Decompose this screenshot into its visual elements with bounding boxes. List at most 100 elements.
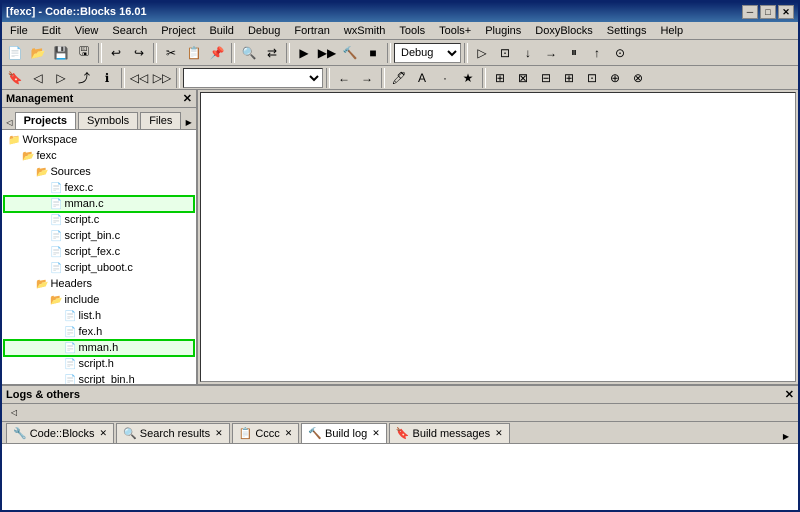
logs-close[interactable]: ✕ [785,388,794,401]
menu-view[interactable]: View [69,24,105,38]
tab-symbols[interactable]: Symbols [78,112,138,129]
tb2-misc6[interactable]: ⊕ [604,67,626,89]
tb-debug-pause[interactable]: ⏸ [563,42,585,64]
menu-settings[interactable]: Settings [601,24,653,38]
tree-item[interactable]: 📄list.h [4,308,194,324]
tb2-misc7[interactable]: ⊗ [627,67,649,89]
logs-nav-right[interactable]: ▶ [778,429,794,443]
management-close[interactable]: ✕ [183,92,192,105]
menu-tools-plus[interactable]: Tools+ [433,24,477,38]
tb2-highlight[interactable]: 🖊 [388,67,410,89]
log-tab-close[interactable]: ✕ [495,428,503,439]
tb-breakpoints[interactable]: ⊙ [609,42,631,64]
log-tab-build-messages[interactable]: 🔖Build messages✕ [389,423,510,443]
logs-nav-left[interactable]: ◁ [6,406,22,420]
tb-build[interactable]: 🔨 [339,42,361,64]
log-tab-build-log[interactable]: 🔨Build log✕ [301,423,386,443]
code-completion-combo[interactable] [183,68,323,88]
tb-paste[interactable]: 📌 [206,42,228,64]
log-tab-close[interactable]: ✕ [372,428,380,439]
tb-debug-out[interactable]: ↑ [586,42,608,64]
tb-find[interactable]: 🔍 [238,42,260,64]
log-tab-code::blocks[interactable]: 🔧Code::Blocks✕ [6,423,114,443]
tb2-nav-fwd[interactable]: → [356,67,378,89]
tab-files[interactable]: Files [140,112,181,129]
tree-item[interactable]: 📄script.c [4,212,194,228]
tree-item[interactable]: 📄mman.h [4,340,194,356]
tb-replace[interactable]: ⇄ [261,42,283,64]
tree-item[interactable]: 📄mman.c [4,196,194,212]
log-tab-search-results[interactable]: 🔍Search results✕ [116,423,230,443]
tb2-bookmarks[interactable]: 🔖 [4,67,26,89]
tb-compile[interactable]: ▶ [293,42,315,64]
tb-open[interactable]: 📂 [27,42,49,64]
tb-debug-stop[interactable]: ⊡ [494,42,516,64]
menu-tools[interactable]: Tools [393,24,431,38]
tb2-jump[interactable]: ⤴ [73,67,95,89]
menu-file[interactable]: File [4,24,34,38]
tree-item[interactable]: 📂fexc [4,148,194,164]
tab-projects[interactable]: Projects [15,112,76,129]
tb-debug-run[interactable]: ▷ [471,42,493,64]
tb-debug-next[interactable]: → [540,42,562,64]
tb2-prev[interactable]: ◁ [27,67,49,89]
menu-help[interactable]: Help [654,24,689,38]
tb2-misc4[interactable]: ⊞ [558,67,580,89]
log-tab-cccc[interactable]: 📋Cccc✕ [232,423,300,443]
tb2-misc2[interactable]: ⊠ [512,67,534,89]
tree-item[interactable]: 📂Headers [4,276,194,292]
tb2-code1[interactable]: ◁◁ [128,67,150,89]
tree-item[interactable]: 📄script_bin.h [4,372,194,384]
tree-item[interactable]: 📄fexc.c [4,180,194,196]
tb-debug-step[interactable]: ↓ [517,42,539,64]
tb2-misc5[interactable]: ⊡ [581,67,603,89]
tb-copy[interactable]: 📋 [183,42,205,64]
tb-save[interactable]: 💾 [50,42,72,64]
build-config-combo[interactable]: Debug Release [394,43,461,63]
tree-item[interactable]: 📄fex.h [4,324,194,340]
mgmt-nav-left[interactable]: ◁ [4,115,15,129]
tree-item[interactable]: 📄script_bin.c [4,228,194,244]
tb2-nav-back[interactable]: ← [333,67,355,89]
tb-run[interactable]: ▶▶ [316,42,338,64]
sep10 [381,68,385,88]
mgmt-nav-right[interactable]: ▶ [183,115,194,129]
tb-save-all[interactable]: 🖫 [73,42,95,64]
maximize-button[interactable]: □ [760,5,776,19]
minimize-button[interactable]: ─ [742,5,758,19]
tb2-misc1[interactable]: ⊞ [489,67,511,89]
tree-item[interactable]: 📄script_fex.c [4,244,194,260]
close-button[interactable]: ✕ [778,5,794,19]
tb2-star[interactable]: ★ [457,67,479,89]
tb2-next[interactable]: ▷ [50,67,72,89]
tb2-info[interactable]: ℹ [96,67,118,89]
log-tab-close[interactable]: ✕ [100,428,108,439]
menu-search[interactable]: Search [106,24,153,38]
editor-content[interactable] [200,92,796,382]
menu-doxyblocks[interactable]: DoxyBlocks [529,24,598,38]
log-tab-close[interactable]: ✕ [215,428,223,439]
log-tab-close[interactable]: ✕ [285,428,293,439]
tree-item[interactable]: 📂include [4,292,194,308]
menu-edit[interactable]: Edit [36,24,67,38]
tb2-dot[interactable]: · [434,67,456,89]
tb2-misc3[interactable]: ⊟ [535,67,557,89]
sep3 [231,43,235,63]
tree-item[interactable]: 📄script_uboot.c [4,260,194,276]
tree-item[interactable]: 📁Workspace [4,132,194,148]
tb2-code2[interactable]: ▷▷ [151,67,173,89]
menu-project[interactable]: Project [155,24,201,38]
tb-cut[interactable]: ✂ [160,42,182,64]
tb-undo[interactable]: ↩ [105,42,127,64]
menu-fortran[interactable]: Fortran [288,24,335,38]
menu-debug[interactable]: Debug [242,24,286,38]
menu-plugins[interactable]: Plugins [479,24,527,38]
menu-wxsmith[interactable]: wxSmith [338,24,392,38]
tree-item[interactable]: 📄script.h [4,356,194,372]
tb-stop[interactable]: ■ [362,42,384,64]
menu-build[interactable]: Build [203,24,239,38]
tb-new[interactable]: 📄 [4,42,26,64]
tb-redo[interactable]: ↪ [128,42,150,64]
tree-item[interactable]: 📂Sources [4,164,194,180]
tb2-A[interactable]: A [411,67,433,89]
